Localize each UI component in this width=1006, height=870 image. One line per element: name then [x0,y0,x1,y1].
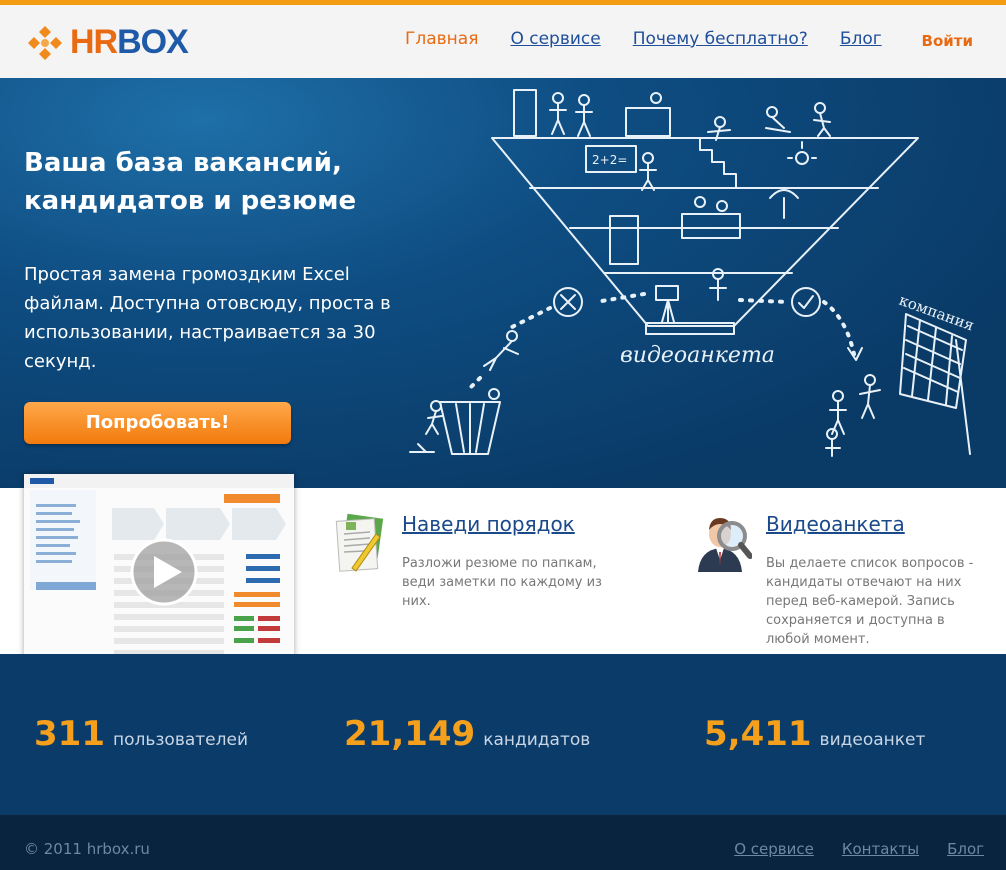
login-link[interactable]: Войти [922,32,973,50]
stats-section: 311 пользователей 21,149 кандидатов 5,41… [0,654,1006,814]
stat-videoforms-label: видеоанкет [819,730,926,750]
stat-users-label: пользователей [112,730,248,750]
stat-users: 311 пользователей [34,714,248,754]
stat-videoforms: 5,411 видеоанкет [704,714,925,754]
footer-nav: О сервисе Контакты Блог [734,840,984,858]
header: HRBOX Главная О сервисе Почему бесплатно… [0,0,1006,78]
funnel-illustration: видеоанкета компания 2+2= [409,89,977,457]
feature-order-title[interactable]: Наведи порядок [402,512,575,536]
stat-candidates-label: кандидатов [483,730,591,750]
nav-why-free[interactable]: Почему бесплатно? [633,29,808,49]
nav-blog[interactable]: Блог [840,29,882,49]
footer-link-contacts[interactable]: Контакты [842,840,919,858]
copyright: © 2011 hrbox.ru [24,840,150,858]
stat-candidates: 21,149 кандидатов [344,714,590,754]
stat-users-value: 311 [34,714,105,754]
stat-videoforms-value: 5,411 [704,714,812,754]
logo[interactable]: HRBOX [26,23,189,62]
person-magnifier-icon [698,518,752,572]
feature-order-text: Разложи резюме по папкам, веди заметки п… [402,556,602,609]
nav-home[interactable]: Главная [405,29,478,49]
stat-candidates-value: 21,149 [344,714,476,754]
logo-box: BOX [117,23,189,61]
hero-description: Простая замена громоздким Excel файлам. … [24,264,391,372]
logo-cross-icon [28,25,62,60]
main-nav: Главная О сервисе Почему бесплатно? Блог [405,29,882,49]
footer-link-blog[interactable]: Блог [947,840,984,858]
footer-link-about[interactable]: О сервисе [734,840,814,858]
hero: Ваша база вакансий, кандидатов и резюме … [0,78,1006,488]
nav-about[interactable]: О сервисе [510,29,600,49]
sketch-label-videoform: видеоанкета [620,343,775,368]
document-pencil-icon [335,513,384,572]
feature-videoform-text: Вы делаете список вопросов - кандидаты о… [766,556,974,647]
sketch-label-formula: 2+2= [592,153,627,167]
feature-videoform-title[interactable]: Видеоанкета [766,512,905,536]
logo-text: HRBOX [70,23,189,62]
logo-hr: HR [70,23,118,61]
footer: © 2011 hrbox.ru О сервисе Контакты Блог [0,814,1006,870]
app-screenshot-image [24,474,294,673]
app-screenshot[interactable] [24,474,294,673]
hero-title: Ваша база вакансий, кандидатов и резюме [24,148,357,216]
try-button[interactable]: Попробовать! [24,402,291,444]
